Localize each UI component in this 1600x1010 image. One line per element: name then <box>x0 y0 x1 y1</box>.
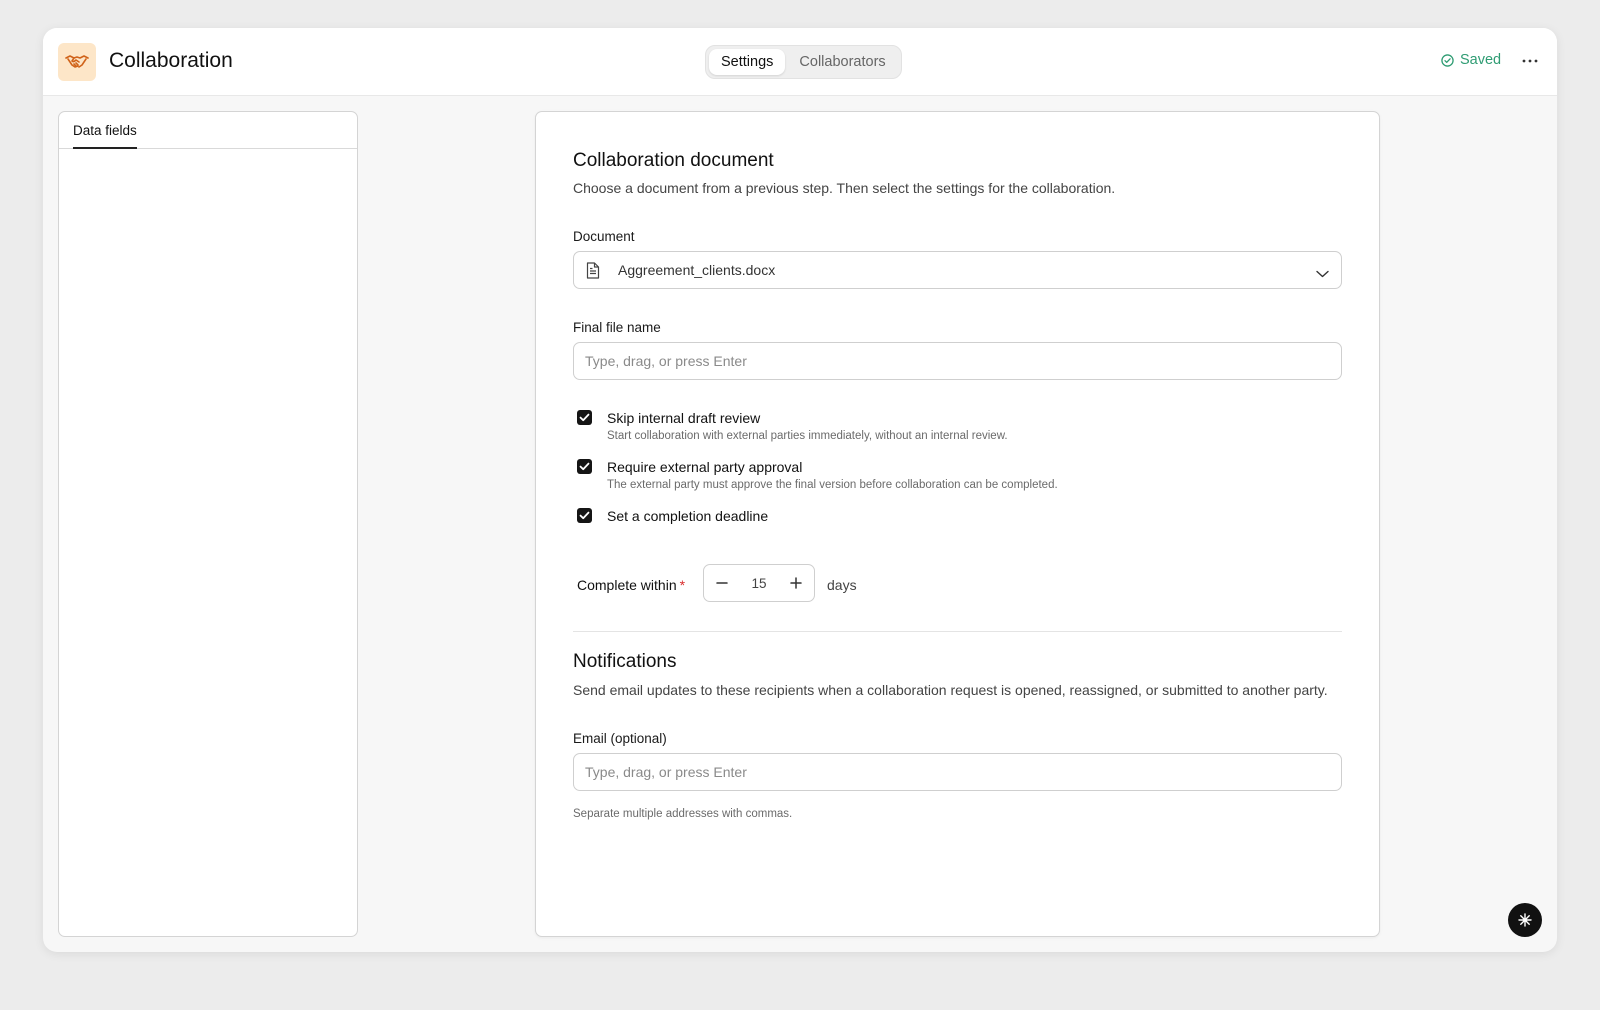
panel-tabs: Data fields <box>59 112 357 149</box>
days-stepper: 15 <box>703 564 815 602</box>
tab-settings[interactable]: Settings <box>709 49 786 75</box>
plus-icon <box>790 577 802 589</box>
assistant-button[interactable] <box>1508 903 1542 937</box>
complete-within-text: Complete within <box>577 577 677 593</box>
require-approval-checkbox[interactable] <box>577 459 592 474</box>
days-value[interactable]: 15 <box>740 576 778 591</box>
checkmark-icon <box>579 511 590 520</box>
require-approval-option[interactable]: Require external party approval The exte… <box>577 458 1058 491</box>
completion-deadline-checkbox[interactable] <box>577 508 592 523</box>
increment-button[interactable] <box>778 565 814 601</box>
require-approval-help: The external party must approve the fina… <box>607 479 1058 491</box>
checkmark-icon <box>579 413 590 422</box>
skip-draft-review-label: Skip internal draft review <box>607 410 761 426</box>
document-label: Document <box>573 229 635 244</box>
document-select[interactable]: Aggreement_clients.docx <box>573 251 1342 289</box>
section-divider <box>573 631 1342 632</box>
app-window: Collaboration Settings Collaborators Sav… <box>43 28 1557 952</box>
skip-draft-review-help: Start collaboration with external partie… <box>607 430 1008 442</box>
minus-icon <box>716 582 728 584</box>
final-file-name-label: Final file name <box>573 320 661 335</box>
collaboration-section-title: Collaboration document <box>573 150 774 171</box>
tab-data-fields[interactable]: Data fields <box>73 112 137 149</box>
complete-within-label: Complete within * <box>577 577 685 593</box>
required-marker: * <box>679 577 686 593</box>
document-select-value: Aggreement_clients.docx <box>618 262 776 278</box>
view-tabs: Settings Collaborators <box>705 45 902 79</box>
decrement-button[interactable] <box>704 565 740 601</box>
saved-status: Saved <box>1441 52 1501 68</box>
data-fields-panel: Data fields <box>58 111 358 937</box>
tab-collaborators[interactable]: Collaborators <box>787 49 897 75</box>
skip-draft-review-checkbox[interactable] <box>577 410 592 425</box>
checkmark-icon <box>579 462 590 471</box>
page-title: Collaboration <box>109 49 233 72</box>
completion-deadline-option[interactable]: Set a completion deadline <box>577 507 768 525</box>
final-file-name-input[interactable] <box>573 342 1342 380</box>
email-input[interactable] <box>573 753 1342 791</box>
completion-deadline-label: Set a completion deadline <box>607 508 769 524</box>
check-circle-icon <box>1441 53 1454 67</box>
ellipsis-icon <box>1522 59 1538 63</box>
require-approval-label: Require external party approval <box>607 459 803 475</box>
email-hint: Separate multiple addresses with commas. <box>573 808 793 820</box>
days-unit-label: days <box>827 577 857 593</box>
collaboration-section-description: Choose a document from a previous step. … <box>573 180 1116 196</box>
settings-card: Collaboration document Choose a document… <box>535 111 1380 937</box>
more-options-button[interactable] <box>1519 50 1541 72</box>
sparkle-icon <box>1518 913 1532 927</box>
notifications-section-description: Send email updates to these recipients w… <box>573 682 1328 698</box>
document-icon <box>586 262 600 284</box>
handshake-icon <box>58 43 96 81</box>
header: Collaboration Settings Collaborators Sav… <box>43 28 1557 96</box>
saved-label: Saved <box>1460 52 1502 68</box>
email-label: Email (optional) <box>573 731 667 746</box>
chevron-down-icon <box>1316 265 1329 283</box>
notifications-section-title: Notifications <box>573 651 677 672</box>
skip-draft-review-option[interactable]: Skip internal draft review Start collabo… <box>577 409 1008 442</box>
